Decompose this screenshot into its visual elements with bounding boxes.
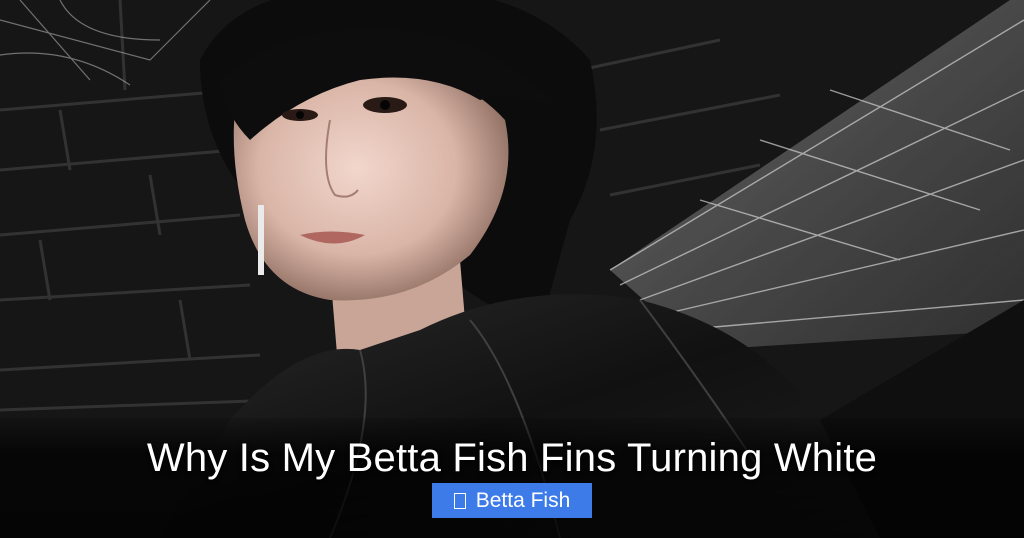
post-title[interactable]: Why Is My Betta Fish Fins Turning White bbox=[0, 434, 1024, 482]
featured-image-card: Why Is My Betta Fish Fins Turning White … bbox=[0, 0, 1024, 538]
category-label: Betta Fish bbox=[475, 489, 571, 512]
category-badge[interactable]: Betta Fish bbox=[432, 483, 592, 518]
folder-icon bbox=[453, 493, 466, 509]
